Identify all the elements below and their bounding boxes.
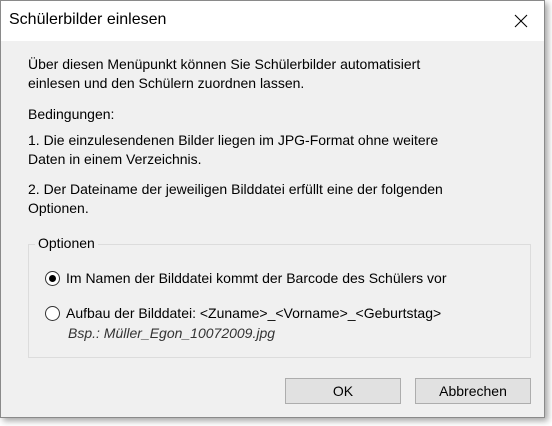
- condition2-line2: Optionen.: [28, 200, 89, 216]
- condition1-line2: Daten in einem Verzeichnis.: [28, 151, 202, 167]
- close-button[interactable]: [498, 1, 544, 41]
- cancel-button[interactable]: Abbrechen: [415, 378, 531, 404]
- condition2-line1: 2. Der Dateiname der jeweiligen Bilddate…: [28, 181, 443, 197]
- option-barcode-label: Im Namen der Bilddatei kommt der Barcode…: [66, 270, 447, 286]
- conditions-heading: Bedingungen:: [28, 106, 115, 122]
- radio-filename-pattern[interactable]: [45, 305, 60, 321]
- radio-barcode[interactable]: [45, 270, 60, 286]
- filename-example: Bsp.: Müller_Egon_10072009.jpg: [68, 325, 276, 341]
- option-barcode[interactable]: Im Namen der Bilddatei kommt der Barcode…: [45, 269, 447, 287]
- dialog-window: Schülerbilder einlesen Über diesen Menüp…: [0, 0, 545, 418]
- ok-button[interactable]: OK: [285, 378, 401, 404]
- option-filename-pattern-label: Aufbau der Bilddatei: <Zuname>_<Vorname>…: [66, 305, 442, 321]
- title-bar: Schülerbilder einlesen: [1, 1, 544, 41]
- options-legend: Optionen: [35, 234, 98, 252]
- option-filename-pattern[interactable]: Aufbau der Bilddatei: <Zuname>_<Vorname>…: [45, 304, 441, 322]
- condition1-line1: 1. Die einzulesendenen Bilder liegen im …: [28, 132, 439, 148]
- intro-text-line2: einlesen und den Schülern zuordnen lasse…: [28, 75, 305, 91]
- window-title: Schülerbilder einlesen: [9, 11, 167, 28]
- close-icon: [514, 14, 528, 28]
- intro-text-line1: Über diesen Menüpunkt können Sie Schüler…: [28, 56, 421, 72]
